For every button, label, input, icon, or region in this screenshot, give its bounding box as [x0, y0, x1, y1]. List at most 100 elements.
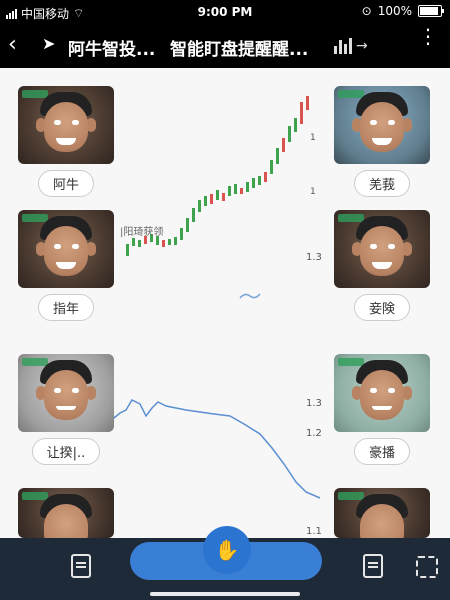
candle — [216, 190, 219, 200]
avatar-label-wrap: 阿牛 — [18, 170, 114, 197]
live-badge — [338, 214, 364, 222]
avatar — [334, 488, 430, 538]
live-badge — [22, 358, 48, 366]
avatar-label-wrap: 豪播 — [334, 438, 430, 465]
live-badge — [338, 492, 364, 500]
avatar — [334, 210, 430, 288]
eye — [388, 388, 395, 393]
eye — [72, 244, 79, 249]
battery-percent: 100% — [377, 4, 412, 18]
avatar-label-wrap: 指年 — [18, 294, 114, 321]
live-badge — [22, 90, 48, 98]
avatar-card-8[interactable] — [334, 488, 430, 538]
candle — [186, 218, 189, 232]
avatar — [18, 86, 114, 164]
avatar-name: 羌莪 — [353, 170, 410, 197]
avatar-name: 妾険 — [353, 294, 410, 321]
chart-label-13a: 1.3 — [306, 252, 322, 263]
hand-pointer-icon[interactable]: ✋ — [203, 526, 251, 574]
avatar — [18, 488, 114, 538]
avatar-card-2[interactable]: 羌莪 — [334, 86, 430, 197]
bottom-toolbar: ✋ — [0, 526, 450, 600]
avatar — [334, 354, 430, 432]
avatar — [18, 354, 114, 432]
face — [44, 370, 88, 420]
avatar-card-7[interactable] — [18, 488, 114, 538]
eye — [54, 388, 61, 393]
small-blue-line — [239, 293, 261, 299]
live-badge — [338, 358, 364, 366]
document-icon — [363, 554, 383, 578]
scan-frame — [416, 556, 438, 578]
candle — [210, 194, 213, 204]
candle — [180, 228, 183, 240]
candle — [306, 96, 309, 110]
eye — [370, 388, 377, 393]
candle — [162, 240, 165, 247]
candle — [126, 244, 129, 256]
candle — [192, 208, 195, 222]
back-button[interactable]: ‹ — [8, 32, 17, 57]
live-badge — [22, 214, 48, 222]
candle — [132, 238, 135, 246]
eye — [54, 120, 61, 125]
candle — [288, 126, 291, 142]
chart-label-12: 1.2 — [306, 428, 322, 439]
document-list-icon[interactable] — [360, 550, 386, 580]
candle — [270, 160, 273, 174]
candle — [246, 182, 249, 192]
page-subtitle: 智能盯盘提醒醒... — [170, 40, 309, 60]
candle — [282, 138, 285, 152]
home-indicator[interactable] — [150, 592, 300, 596]
mouth — [372, 406, 392, 410]
candle — [294, 118, 297, 132]
candle — [228, 186, 231, 196]
chart-label-mid: 1 — [310, 187, 316, 197]
more-vertical-icon[interactable]: ⋮ — [418, 26, 438, 46]
eye — [54, 244, 61, 249]
document-icon — [71, 554, 91, 578]
live-badge — [22, 492, 48, 500]
chart-label-top: 1 — [310, 133, 316, 143]
live-badge — [338, 90, 364, 98]
eye — [388, 244, 395, 249]
avatar-name: 豪播 — [353, 438, 410, 465]
chart-label-13b: 1.3 — [306, 398, 322, 409]
mouth — [56, 406, 76, 410]
avatar — [334, 86, 430, 164]
candle — [222, 193, 225, 201]
eye — [388, 120, 395, 125]
candle — [300, 102, 303, 124]
price-chart: 1 1 1.3 1.3 1.2 1.1 — [110, 96, 322, 537]
blue-price-line — [110, 399, 321, 499]
bar-chart-arrow-icon[interactable]: → — [334, 36, 368, 54]
chart-tag: |阳琦获领 — [120, 227, 164, 238]
avatar — [18, 210, 114, 288]
candle — [198, 200, 201, 212]
face — [360, 370, 404, 420]
candle — [252, 178, 255, 188]
avatar-card-6[interactable]: 豪播 — [334, 354, 430, 465]
avatar-name: 让揆|.. — [31, 438, 101, 465]
eye — [72, 120, 79, 125]
document-refresh-icon[interactable] — [68, 550, 94, 580]
navigation-arrow-icon[interactable]: ➤ — [42, 34, 55, 53]
avatar-label-wrap: 羌莪 — [334, 170, 430, 197]
avatar-card-4[interactable]: 妾険 — [334, 210, 430, 321]
avatar-label-wrap: 妾険 — [334, 294, 430, 321]
candle — [168, 239, 171, 245]
avatar-card-5[interactable]: 让揆|.. — [18, 354, 114, 465]
battery-icon — [418, 5, 444, 17]
avatar-name: 指年 — [37, 294, 94, 321]
candle — [138, 240, 141, 247]
scan-icon[interactable] — [414, 550, 440, 580]
avatar-card-3[interactable]: 指年 — [18, 210, 114, 321]
avatar-name: 阿牛 — [37, 170, 94, 197]
status-right: ⊙ 100% — [361, 4, 444, 18]
avatar-card-1[interactable]: 阿牛 — [18, 86, 114, 197]
candle — [264, 172, 267, 182]
lock-rotation-icon: ⊙ — [361, 4, 372, 18]
chart-label-11: 1.1 — [306, 526, 322, 537]
eye — [72, 388, 79, 393]
main-content: 1 1 1.3 1.3 1.2 1.1 |阳琦获领 阿牛 羌莪 指年 妾険 让揆… — [0, 68, 450, 538]
